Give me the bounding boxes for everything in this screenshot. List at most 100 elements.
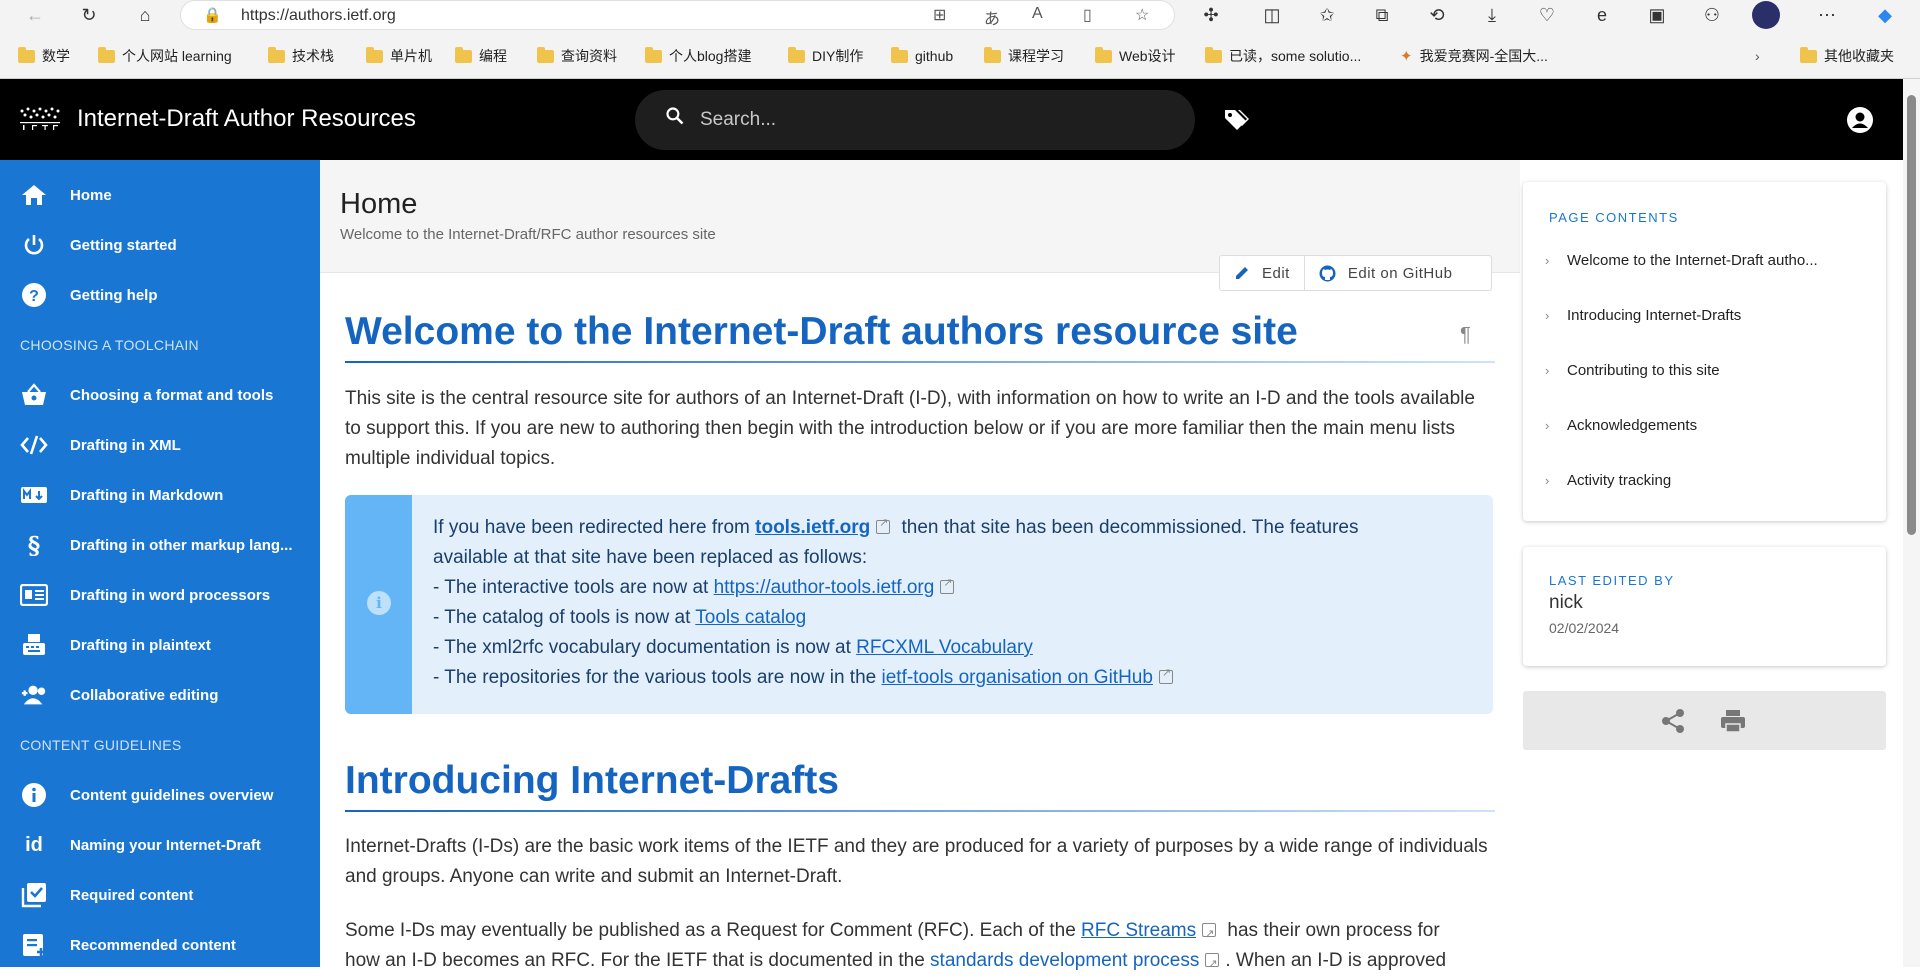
page-scrollbar[interactable] — [1903, 79, 1920, 967]
bookmark-folder[interactable]: DIY制作 — [788, 45, 863, 67]
sidebar-item-recommended-content[interactable]: Recommended content — [0, 925, 320, 965]
ietf-logo[interactable] — [18, 105, 64, 133]
apps-icon[interactable]: ⊞ — [933, 5, 946, 25]
sidebar-item-required-content[interactable]: Required content — [0, 875, 320, 915]
sidebar-item-plaintext[interactable]: Drafting in plaintext — [0, 625, 320, 665]
more-icon[interactable]: ⋯ — [1812, 2, 1842, 28]
info-icon: i — [367, 591, 391, 615]
bookmark-folder[interactable]: 课程学习 — [984, 45, 1064, 67]
search-icon — [666, 107, 684, 125]
bookmark-folder[interactable]: 数学 — [18, 45, 70, 67]
back-icon[interactable]: ← — [20, 2, 50, 28]
section-icon: § — [27, 530, 41, 560]
home-browser-icon[interactable]: ⌂ — [130, 2, 160, 28]
scrollbar-thumb[interactable] — [1907, 95, 1916, 535]
profile-avatar[interactable] — [1752, 1, 1780, 29]
sidebar-item-guidelines-overview[interactable]: Content guidelines overview — [0, 775, 320, 815]
alert-line: - The interactive tools are now at https… — [433, 576, 960, 599]
section-heading-introducing: Introducing Internet-Drafts — [345, 759, 839, 802]
rfcxml-vocabulary-link[interactable]: RFCXML Vocabulary — [856, 637, 1033, 658]
sidebar-item-word-processors[interactable]: Drafting in word processors — [0, 575, 320, 615]
bookmark-folder[interactable]: 单片机 — [366, 45, 432, 67]
edge-icon[interactable]: e — [1587, 2, 1617, 28]
sidebar-item-naming[interactable]: id Naming your Internet-Draft — [0, 825, 320, 865]
tools-ietf-link[interactable]: tools.ietf.org — [755, 517, 870, 538]
downloads-icon[interactable]: ⤓ — [1477, 2, 1507, 28]
bookmark-folder[interactable]: 已读，some solutio... — [1205, 45, 1361, 67]
sidebar-toggle-icon[interactable]: ▣ — [1642, 2, 1672, 28]
bookmark-folder[interactable]: Web设计 — [1095, 45, 1176, 67]
toc-item[interactable]: › Introducing Internet-Drafts — [1545, 300, 1875, 330]
last-edited-heading: LAST EDITED BY — [1549, 573, 1675, 588]
split-screen-icon[interactable]: ◫ — [1257, 2, 1287, 28]
refresh-icon[interactable]: ↻ — [74, 2, 104, 28]
folder-icon — [645, 46, 662, 63]
chevron-right-icon: › — [1545, 252, 1550, 268]
folder-icon — [537, 46, 554, 63]
toc-item[interactable]: › Activity tracking — [1545, 465, 1875, 495]
immersive-reader-icon[interactable]: ▯ — [1083, 5, 1092, 25]
sidebar-item-home[interactable]: Home — [0, 175, 320, 215]
share-icon[interactable] — [1660, 708, 1686, 734]
sidebar-item-other-markup[interactable]: § Drafting in other markup lang... — [0, 525, 320, 565]
sidebar-item-getting-help[interactable]: ? Getting help — [0, 275, 320, 315]
intro-paragraph: This site is the central resource site f… — [345, 388, 1475, 469]
sidebar-item-collaborative[interactable]: Collaborative editing — [0, 675, 320, 715]
bookmark-folder[interactable]: 个人blog搭建 — [645, 45, 751, 67]
bookmark-link[interactable]: ✦ 我爱竞赛网-全国大... — [1400, 45, 1548, 67]
chevron-right-icon: › — [1545, 472, 1550, 488]
alert-line: - The repositories for the various tools… — [433, 666, 1179, 689]
favorites-icon[interactable]: ✩ — [1312, 2, 1342, 28]
sidebar-item-drafting-xml[interactable]: Drafting in XML — [0, 425, 320, 465]
heading-underline — [345, 810, 1495, 812]
tools-catalog-link[interactable]: Tools catalog — [695, 607, 806, 628]
print-icon[interactable] — [1720, 708, 1746, 734]
tags-icon[interactable] — [1222, 106, 1250, 132]
folder-icon — [1095, 46, 1112, 63]
document-icon — [20, 581, 48, 609]
browser-chrome: ← ↻ ⌂ 🔒 https://authors.ietf.org ⊞ あ A ▯… — [0, 0, 1920, 79]
edit-button[interactable]: Edit — [1220, 256, 1304, 290]
anchor-link[interactable]: ¶ — [1460, 324, 1471, 347]
edit-on-github-button[interactable]: Edit on GitHub — [1303, 256, 1467, 290]
bookmark-folder[interactable]: 查询资料 — [537, 45, 617, 67]
sidebar-item-drafting-markdown[interactable]: Drafting in Markdown — [0, 475, 320, 515]
extensions-icon[interactable]: ✣ — [1196, 2, 1226, 28]
basket-icon — [20, 381, 48, 409]
folder-icon — [891, 46, 908, 63]
bookmark-folder[interactable]: 技术栈 — [268, 45, 334, 67]
address-bar[interactable]: 🔒 https://authors.ietf.org ⊞ あ A ▯ ☆ — [180, 0, 1175, 30]
copilot-icon[interactable]: ◆ — [1870, 2, 1900, 28]
workspace-icon[interactable]: ⚇ — [1697, 2, 1727, 28]
nav-section-heading: CONTENT GUIDELINES — [20, 737, 182, 753]
folder-icon — [1205, 46, 1222, 63]
rfc-streams-link[interactable]: RFC Streams — [1081, 920, 1196, 941]
read-aloud-icon[interactable]: A — [1032, 5, 1043, 23]
typewriter-icon — [20, 631, 48, 659]
translate-icon[interactable]: あ — [984, 5, 1000, 29]
search-box[interactable] — [635, 90, 1195, 150]
author-tools-link[interactable]: https://author-tools.ietf.org — [714, 577, 935, 598]
bookmark-folder[interactable]: 编程 — [455, 45, 507, 67]
chevron-right-icon[interactable]: › — [1755, 45, 1760, 67]
collections-icon[interactable]: ⧉ — [1367, 2, 1397, 28]
bookmark-folder[interactable]: 个人网站 learning — [98, 45, 232, 67]
toc-item[interactable]: › Acknowledgements — [1545, 410, 1875, 440]
history-icon[interactable]: ⟲ — [1422, 2, 1452, 28]
standards-process-link[interactable]: standards development process — [930, 950, 1199, 971]
favorite-star-icon[interactable]: ☆ — [1135, 5, 1149, 25]
ietf-tools-github-link[interactable]: ietf-tools organisation on GitHub — [882, 667, 1153, 688]
sidebar-item-choosing-format[interactable]: Choosing a format and tools — [0, 375, 320, 415]
heading-underline — [345, 361, 1495, 363]
toc-item[interactable]: › Contributing to this site — [1545, 355, 1875, 385]
info-icon — [20, 781, 48, 809]
performance-icon[interactable]: ♡ — [1532, 2, 1562, 28]
sidebar-item-getting-started[interactable]: Getting started — [0, 225, 320, 265]
bookmark-folder[interactable]: 其他收藏夹 — [1800, 45, 1894, 67]
search-input[interactable] — [700, 104, 1160, 136]
account-icon[interactable] — [1846, 106, 1874, 134]
toc-item[interactable]: › Welcome to the Internet-Draft autho... — [1545, 245, 1875, 275]
bookmark-folder[interactable]: github — [891, 45, 953, 67]
external-link-icon — [876, 516, 891, 534]
site-title[interactable]: Internet-Draft Author Resources — [77, 105, 416, 133]
